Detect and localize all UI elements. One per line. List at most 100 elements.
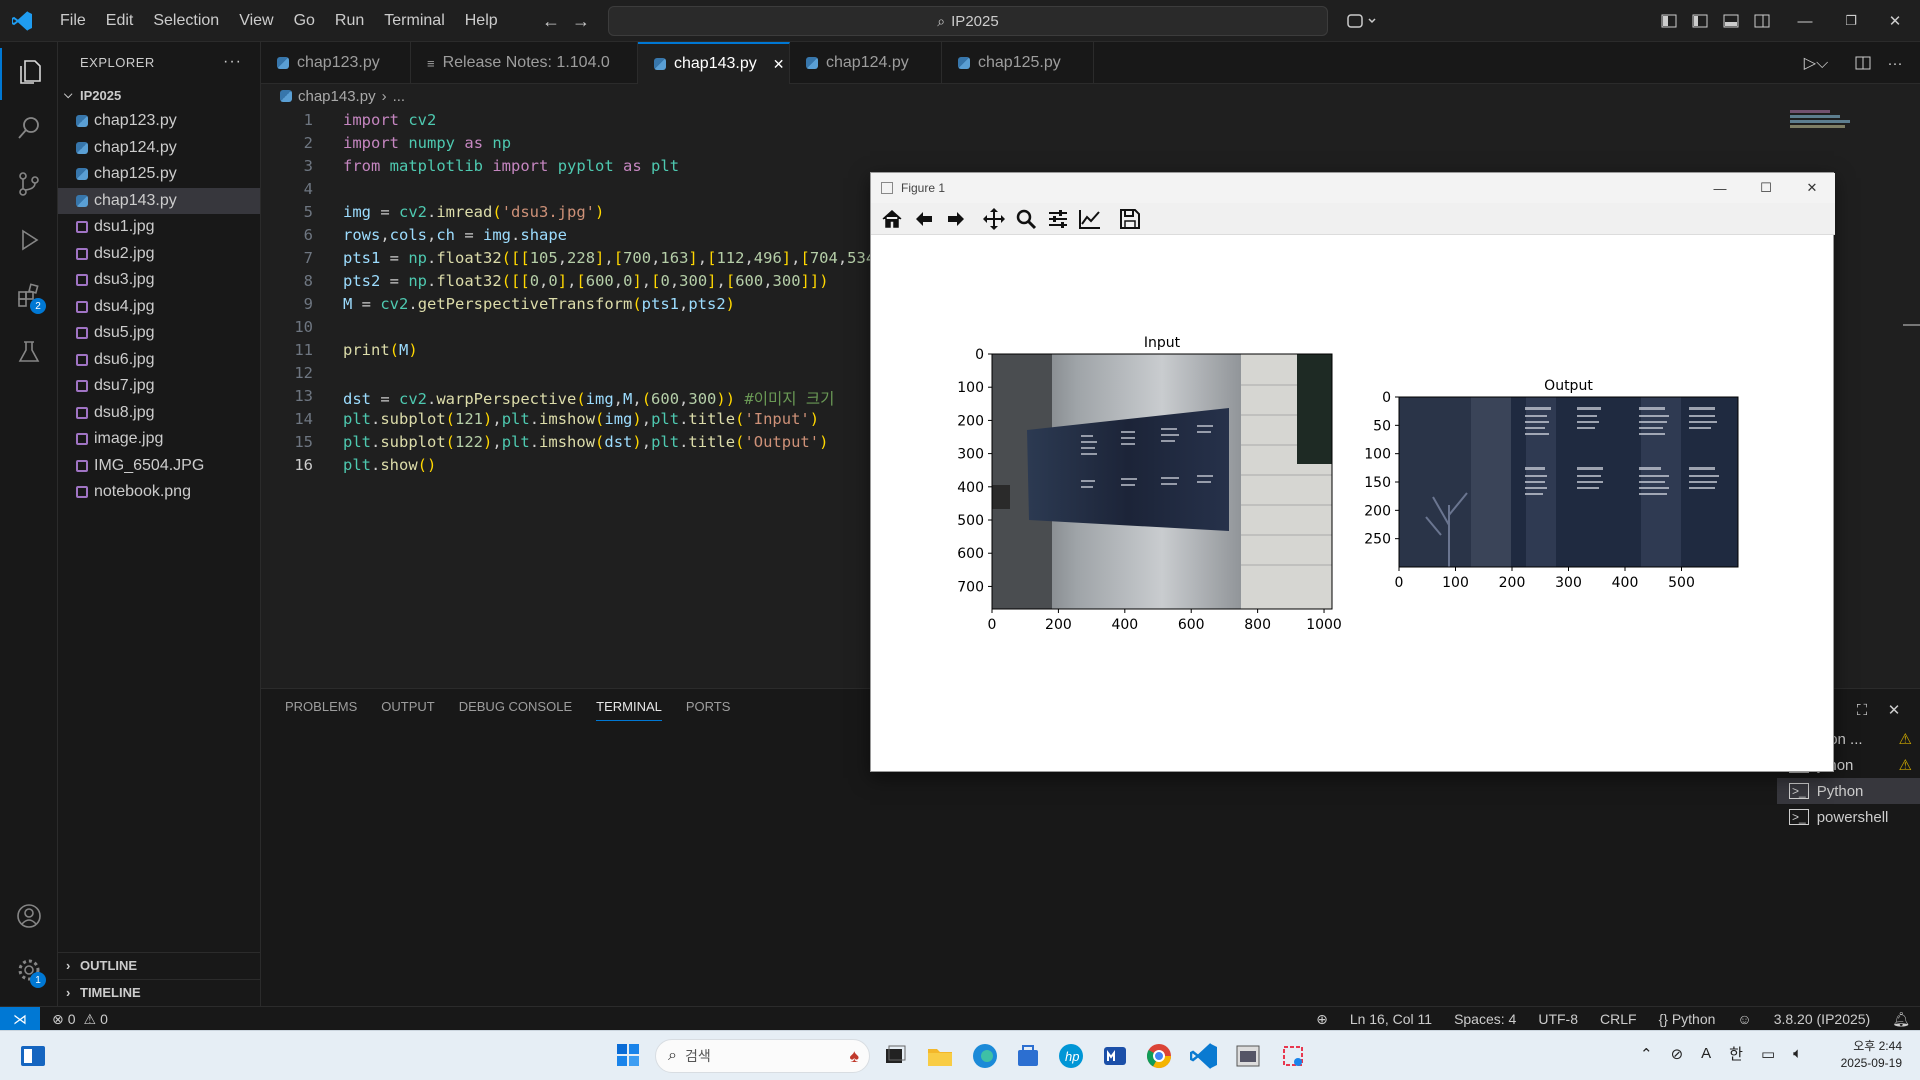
indentation[interactable]: Spaces: 4 xyxy=(1454,1011,1516,1027)
tab-chap143[interactable]: chap143.py ✕ xyxy=(638,42,790,84)
close-icon[interactable]: ✕ xyxy=(1880,10,1910,32)
file-item[interactable]: chap124.py xyxy=(58,135,260,162)
menu-edit[interactable]: Edit xyxy=(96,12,144,30)
search-activity[interactable] xyxy=(0,104,58,156)
menu-run[interactable]: Run xyxy=(325,12,374,30)
configure-icon[interactable] xyxy=(1045,206,1071,232)
encoding[interactable]: UTF-8 xyxy=(1538,1011,1578,1027)
edit-axis-icon[interactable] xyxy=(1077,206,1103,232)
editor-more-icon[interactable]: ··· xyxy=(1883,52,1907,74)
back-icon[interactable] xyxy=(911,206,937,232)
tab-close-icon[interactable]: ✕ xyxy=(773,56,785,73)
copilot-icon[interactable] xyxy=(1345,10,1379,32)
remote-indicator[interactable]: ⋊ xyxy=(0,1007,40,1031)
customize-layout-icon[interactable] xyxy=(1660,12,1678,30)
outline-section[interactable]: › OUTLINE xyxy=(58,952,261,978)
more-actions-icon[interactable]: ··· xyxy=(223,53,242,71)
terminal-item-active[interactable]: >_ Python xyxy=(1777,778,1920,804)
language-mode[interactable]: {} Python xyxy=(1659,1011,1716,1027)
volume-icon[interactable]: 🔈︎ xyxy=(1793,1045,1802,1062)
media-icon[interactable] xyxy=(1100,1041,1130,1071)
nav-forward-icon[interactable]: → xyxy=(570,10,592,32)
file-item-selected[interactable]: chap143.py xyxy=(58,187,260,214)
split-editor-icon[interactable] xyxy=(1851,52,1875,74)
file-item[interactable]: dsu7.jpg xyxy=(58,373,260,400)
zoom-icon[interactable]: ⊕ xyxy=(1316,1011,1328,1028)
menu-selection[interactable]: Selection xyxy=(143,12,229,30)
explorer-activity[interactable] xyxy=(0,48,58,100)
run-debug-activity[interactable] xyxy=(0,216,58,268)
copilot-status-icon[interactable]: ☺ xyxy=(1737,1011,1751,1027)
taskbar-search[interactable]: ⌕ 검색 ♠ xyxy=(655,1039,870,1073)
tab-chap125[interactable]: chap125.py xyxy=(942,42,1094,84)
manage-activity[interactable]: 1 xyxy=(0,946,58,998)
task-view-icon[interactable] xyxy=(880,1041,910,1071)
menu-go[interactable]: Go xyxy=(284,12,325,30)
maximize-panel-icon[interactable]: ⛶ xyxy=(1851,699,1873,721)
testing-activity[interactable] xyxy=(0,328,58,380)
close-icon[interactable]: ✕ xyxy=(1789,173,1835,203)
edge-icon[interactable] xyxy=(970,1041,1000,1071)
accounts-activity[interactable] xyxy=(0,892,58,944)
menu-terminal[interactable]: Terminal xyxy=(374,12,454,30)
menu-view[interactable]: View xyxy=(229,12,283,30)
menu-help[interactable]: Help xyxy=(455,12,508,30)
widgets-icon[interactable] xyxy=(18,1041,48,1071)
vscode-taskbar-icon[interactable] xyxy=(1189,1041,1220,1071)
chrome-icon[interactable] xyxy=(1144,1041,1174,1071)
ime-latin[interactable]: A xyxy=(1701,1045,1711,1062)
command-center[interactable]: ⌕ IP2025 xyxy=(608,6,1328,36)
timeline-section[interactable]: › TIMELINE xyxy=(58,979,261,1005)
restore-icon[interactable]: ❐ xyxy=(1836,10,1866,32)
file-explorer-icon[interactable] xyxy=(925,1041,955,1071)
tab-chap123[interactable]: chap123.py xyxy=(261,42,411,84)
zoom-icon[interactable] xyxy=(1013,206,1039,232)
file-item[interactable]: image.jpg xyxy=(58,426,260,453)
file-item[interactable]: dsu4.jpg xyxy=(58,294,260,321)
file-item[interactable]: dsu1.jpg xyxy=(58,214,260,241)
run-file-icon[interactable]: ▷⌵ xyxy=(1801,52,1831,74)
terminal-item[interactable]: >_ powershell xyxy=(1777,804,1920,830)
end-of-line[interactable]: CRLF xyxy=(1600,1011,1637,1027)
file-item[interactable]: dsu3.jpg xyxy=(58,267,260,294)
file-item[interactable]: IMG_6504.JPG xyxy=(58,453,260,480)
cursor-position[interactable]: Ln 16, Col 11 xyxy=(1350,1011,1432,1027)
ime-hangul[interactable]: 한 xyxy=(1729,1043,1743,1064)
tab-chap124[interactable]: chap124.py xyxy=(790,42,942,84)
pan-icon[interactable] xyxy=(981,206,1007,232)
python-interpreter[interactable]: 3.8.20 (IP2025) xyxy=(1774,1011,1871,1027)
display-icon[interactable]: ▭ xyxy=(1761,1045,1775,1063)
file-item[interactable]: dsu8.jpg xyxy=(58,400,260,427)
save-icon[interactable] xyxy=(1117,206,1143,232)
minimize-icon[interactable]: — xyxy=(1697,173,1743,203)
breadcrumb-file[interactable]: chap143.py xyxy=(298,88,376,105)
workspace-root[interactable]: ⌵ IP2025 xyxy=(58,82,260,108)
figure-taskbar-icon[interactable] xyxy=(1233,1041,1263,1071)
notifications-icon[interactable]: 🔔︎ xyxy=(1892,1011,1910,1028)
breadcrumb-symbol[interactable]: ... xyxy=(393,88,406,105)
file-item[interactable]: notebook.png xyxy=(58,479,260,506)
toggle-sidebar-icon[interactable] xyxy=(1691,12,1709,30)
start-icon[interactable] xyxy=(614,1041,644,1071)
home-icon[interactable] xyxy=(879,206,905,232)
menu-file[interactable]: File xyxy=(50,12,96,30)
minimize-icon[interactable]: — xyxy=(1790,10,1820,32)
file-item[interactable]: dsu5.jpg xyxy=(58,320,260,347)
source-control-activity[interactable] xyxy=(0,160,58,212)
tab-terminal[interactable]: TERMINAL xyxy=(596,699,662,721)
file-item[interactable]: chap123.py xyxy=(58,108,260,135)
tab-release-notes[interactable]: ≡ Release Notes: 1.104.0 xyxy=(411,42,638,84)
extensions-activity[interactable]: 2 xyxy=(0,272,58,324)
nav-back-icon[interactable]: ← xyxy=(540,10,562,32)
hp-icon[interactable]: hp xyxy=(1056,1041,1086,1071)
figure-canvas[interactable]: Input0 200 400 600 800 1000010020030040050060… xyxy=(871,235,1833,771)
maximize-icon[interactable]: ☐ xyxy=(1743,173,1789,203)
problems-status[interactable]: ⊗ 0 ⚠ 0 xyxy=(52,1007,108,1031)
forward-icon[interactable] xyxy=(943,206,969,232)
tray-overflow-icon[interactable]: ⌃ xyxy=(1640,1045,1653,1063)
tab-problems[interactable]: PROBLEMS xyxy=(285,699,357,721)
file-item[interactable]: chap125.py xyxy=(58,161,260,188)
clock[interactable]: 오후 2:44 2025-09-19 xyxy=(1841,1038,1902,1072)
snipping-icon[interactable] xyxy=(1278,1041,1308,1071)
store-icon[interactable] xyxy=(1013,1041,1043,1071)
